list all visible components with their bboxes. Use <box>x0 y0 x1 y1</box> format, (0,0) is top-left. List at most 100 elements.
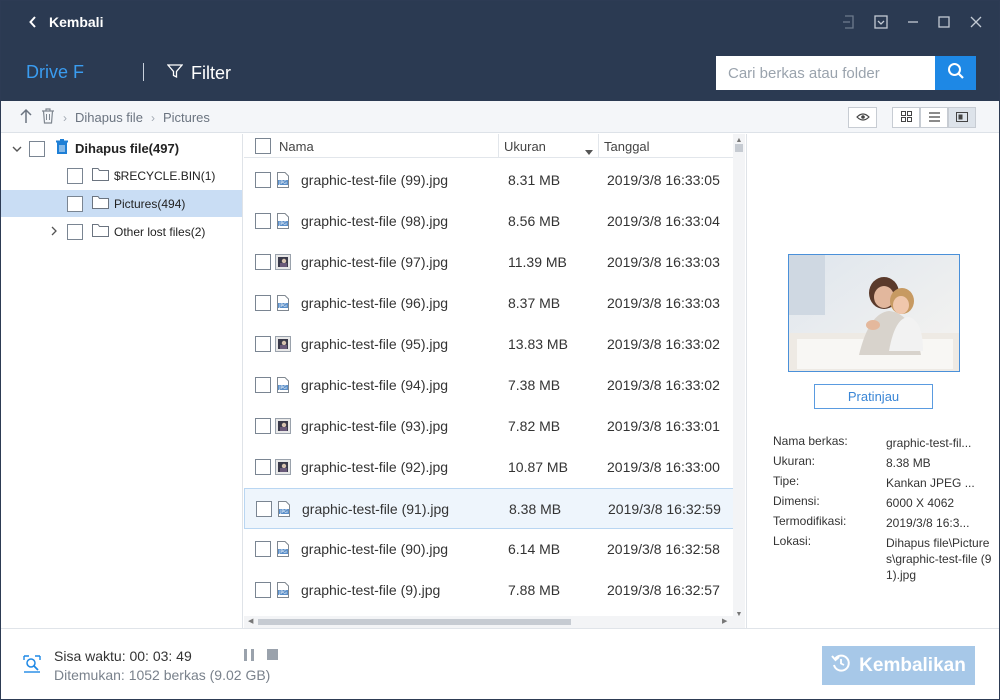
chevron-left-icon <box>29 16 37 28</box>
recover-button[interactable]: Kembalikan <box>822 646 975 685</box>
column-header-name[interactable]: Nama <box>279 134 314 158</box>
file-checkbox[interactable] <box>255 172 271 188</box>
chevron-down-icon[interactable] <box>12 142 24 156</box>
file-row[interactable]: JPG graphic-test-file (91).jpg 8.38 MB 2019… <box>244 488 735 529</box>
search-input[interactable] <box>716 56 935 90</box>
tree-item-pictures[interactable]: Pictures(494) <box>1 190 242 217</box>
horizontal-scrollbar[interactable]: ◀ ▶ <box>244 616 733 628</box>
exit-icon[interactable] <box>839 12 859 32</box>
minimize-icon[interactable] <box>903 12 923 32</box>
file-row[interactable]: graphic-test-file (92).jpg 10.87 MB 2019/3… <box>244 447 735 488</box>
column-header-size[interactable]: Ukuran <box>504 134 596 158</box>
back-button[interactable]: Kembali <box>29 11 103 33</box>
breadcrumb-item[interactable]: Pictures <box>163 110 210 125</box>
jpg-icon: JPG <box>275 295 291 311</box>
file-date: 2019/3/8 16:33:02 <box>607 336 720 352</box>
drive-label[interactable]: Drive F <box>26 62 84 83</box>
eye-icon <box>855 109 870 127</box>
svg-text:JPG: JPG <box>278 590 287 596</box>
jpg-icon: JPG <box>275 582 291 598</box>
preview-toggle-button[interactable] <box>848 107 877 128</box>
column-header-date[interactable]: Tanggal <box>604 134 650 158</box>
file-checkbox[interactable] <box>255 418 271 434</box>
tree-checkbox[interactable] <box>67 223 83 240</box>
file-checkbox[interactable] <box>255 377 271 393</box>
preview-button[interactable]: Pratinjau <box>814 384 933 409</box>
file-row[interactable]: JPG graphic-test-file (96).jpg 8.37 MB 2019… <box>244 283 735 324</box>
folder-icon <box>92 195 109 212</box>
svg-text:JPG: JPG <box>278 303 287 309</box>
file-checkbox[interactable] <box>255 254 271 270</box>
search-icon <box>947 62 965 85</box>
svg-text:JPG: JPG <box>278 549 287 555</box>
tree-checkbox[interactable] <box>67 195 83 212</box>
scroll-thumb[interactable] <box>258 619 571 625</box>
file-size: 11.39 MB <box>508 254 567 270</box>
property-value: Kankan JPEG ... <box>886 476 975 490</box>
maximize-icon[interactable] <box>934 12 954 32</box>
tree-checkbox[interactable] <box>67 167 83 184</box>
chevron-right-icon[interactable] <box>50 225 62 239</box>
menu-dropdown-icon[interactable] <box>871 12 891 32</box>
scroll-down-arrow-icon[interactable]: ▼ <box>735 611 743 619</box>
select-all-checkbox[interactable] <box>255 138 271 154</box>
property-value: 6000 X 4062 <box>886 496 955 510</box>
tree-item-recycle-bin[interactable]: $RECYCLE.BIN(1) <box>1 162 242 189</box>
photo-thumb-icon <box>275 459 291 475</box>
grid-icon <box>900 109 912 127</box>
pause-icon[interactable] <box>244 648 254 661</box>
property-label: Termodifikasi: <box>773 514 847 528</box>
detail-view-button[interactable] <box>948 107 976 128</box>
scroll-right-arrow-icon[interactable]: ▶ <box>722 618 730 626</box>
file-checkbox[interactable] <box>256 501 272 517</box>
file-checkbox[interactable] <box>255 213 271 229</box>
file-size: 10.87 MB <box>508 459 568 475</box>
list-header: Nama Ukuran Tanggal <box>244 134 733 158</box>
search-button[interactable] <box>935 56 976 90</box>
stop-icon[interactable] <box>267 649 278 660</box>
file-checkbox[interactable] <box>255 336 271 352</box>
toolbar: Drive F Filter <box>1 43 999 101</box>
file-row[interactable]: graphic-test-file (95).jpg 13.83 MB 2019/3… <box>244 324 735 365</box>
file-row[interactable]: JPG graphic-test-file (99).jpg 8.31 MB 2019… <box>244 160 735 201</box>
column-header-label: Ukuran <box>504 138 546 154</box>
list-view-button[interactable] <box>920 107 948 128</box>
recover-label: Kembalikan <box>859 654 966 676</box>
title-bar: Kembali <box>1 1 999 43</box>
scroll-thumb[interactable] <box>735 144 743 152</box>
breadcrumb-item[interactable]: Dihapus file <box>75 110 143 125</box>
file-row[interactable]: JPG graphic-test-file (98).jpg 8.56 MB 2019… <box>244 201 735 242</box>
tree-item-label: $RECYCLE.BIN(1) <box>114 168 216 183</box>
time-remaining: Sisa waktu: 00: 03: 49 <box>54 648 192 664</box>
file-row[interactable]: JPG graphic-test-file (90).jpg 6.14 MB 2019… <box>244 529 735 570</box>
file-row[interactable]: graphic-test-file (93).jpg 7.82 MB 2019/3/… <box>244 406 735 447</box>
back-label: Kembali <box>49 14 104 30</box>
vertical-scrollbar[interactable]: ▲ ▼ <box>733 134 745 628</box>
tree-item-label: Other lost files(2) <box>114 224 206 239</box>
tree-item-other-lost-files[interactable]: Other lost files(2) <box>1 218 242 245</box>
filter-button[interactable]: Filter <box>166 63 231 84</box>
tree-checkbox[interactable] <box>29 140 45 157</box>
file-size: 8.56 MB <box>508 213 561 229</box>
file-list: Nama Ukuran Tanggal JPG graphic-test-file… <box>244 134 745 628</box>
file-row[interactable]: graphic-test-file (97).jpg 11.39 MB 2019/3… <box>244 242 735 283</box>
up-arrow-icon[interactable] <box>19 108 33 127</box>
file-checkbox[interactable] <box>255 582 271 598</box>
tree-item-root[interactable]: Dihapus file(497) <box>1 135 242 162</box>
recycle-bin-icon <box>55 139 69 158</box>
folder-tree: Dihapus file(497) $RECYCLE.BIN(1) Pictur… <box>1 134 243 628</box>
file-row[interactable]: JPG graphic-test-file (94).jpg 7.38 MB 2019… <box>244 365 735 406</box>
property-label: Dimensi: <box>773 494 820 508</box>
photo-thumb-icon <box>275 254 291 270</box>
file-name: graphic-test-file (91).jpg <box>302 501 450 517</box>
scroll-left-arrow-icon[interactable]: ◀ <box>248 618 256 626</box>
file-checkbox[interactable] <box>255 459 271 475</box>
file-checkbox[interactable] <box>255 295 271 311</box>
close-icon[interactable] <box>966 12 986 32</box>
file-row[interactable]: JPG graphic-test-file (9).jpg 7.88 MB 2019/… <box>244 570 735 611</box>
image-preview <box>788 254 960 372</box>
file-checkbox[interactable] <box>255 541 271 557</box>
restore-icon <box>831 653 851 679</box>
grid-view-button[interactable] <box>892 107 920 128</box>
file-name: graphic-test-file (90).jpg <box>301 541 449 557</box>
